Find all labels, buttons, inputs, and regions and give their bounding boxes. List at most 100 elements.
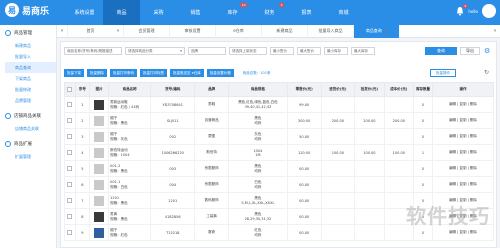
row-checkbox-cell[interactable] <box>64 224 76 241</box>
sidebar-item-extension-mgmt[interactable]: 扩展管理 <box>5 151 56 162</box>
min-price-input[interactable]: 最小售价 <box>270 47 294 55</box>
row-checkbox[interactable] <box>67 149 73 155</box>
sidebar-item-batch-import[interactable]: 批量导入 <box>5 51 56 62</box>
row-code[interactable]: 003 <box>150 160 196 177</box>
product-thumbnail[interactable] <box>94 131 105 142</box>
nav-item-reports[interactable]: 报表 <box>288 0 325 25</box>
product-thumbnail[interactable] <box>94 163 105 174</box>
row-checkbox[interactable] <box>67 101 73 107</box>
batch-delist-button[interactable]: 批量下架 <box>64 69 84 77</box>
row-checkbox[interactable] <box>67 165 73 171</box>
nav-item-purchase[interactable]: 采购 <box>140 0 177 25</box>
row-code[interactable]: YD3708641 <box>150 96 196 113</box>
row-checkbox-cell[interactable] <box>64 128 76 145</box>
row-checkbox-cell[interactable] <box>64 208 76 225</box>
row-ops[interactable]: 编辑 | 复制 | 删除 <box>431 176 495 193</box>
row-code[interactable]: SLJ011 <box>150 112 196 129</box>
row-checkbox-cell[interactable] <box>64 96 76 113</box>
row-code[interactable]: 1201 <box>150 192 196 209</box>
tab-audit[interactable]: 审核设置 <box>169 24 215 38</box>
sidebar-item-product-query[interactable]: 商品查询 <box>5 62 56 73</box>
sidebar-group-title[interactable]: 商品扩展 <box>5 141 56 147</box>
nav-item-mall[interactable]: 商城 <box>325 0 362 25</box>
tab-product-query[interactable]: 商品查询 × <box>353 24 399 38</box>
max-price-input[interactable]: 最大售价 <box>297 47 321 55</box>
nav-item-products[interactable]: 商品 <box>103 0 140 25</box>
user-greeting[interactable]: hello <box>468 9 478 14</box>
row-checkbox-cell[interactable] <box>64 112 76 129</box>
tab-scroll-right-icon[interactable]: » <box>113 25 123 38</box>
row-checkbox[interactable] <box>67 197 73 203</box>
row-checkbox-cell[interactable] <box>64 176 76 193</box>
table-row[interactable]: 3 帽子 规格：灰色 002 蒙图 灰色 均码 50.00 0 编辑 | 复制 | 删除 <box>64 128 495 145</box>
export-button[interactable]: 导出 <box>460 47 480 55</box>
brand-select[interactable]: 品牌 <box>188 47 226 55</box>
table-row[interactable]: 6 001-1 规格：白色 004 有限服饰 白色 均码 00.00 0 编辑 | 复制 | … <box>64 176 495 193</box>
search-button[interactable]: 查询 <box>425 47 457 55</box>
table-row[interactable]: 5 001-2 规格：黑色 003 有限服饰 黑色 均码 00.00 0 编辑 | 复制 | … <box>64 160 495 177</box>
row-code[interactable]: 1006266220 <box>150 144 196 161</box>
tab-batch-import[interactable]: 批量导入商品 <box>307 24 353 38</box>
batch-print-label-button[interactable]: 批量打印标签 <box>140 69 167 77</box>
table-row[interactable]: 2 帽子 规格：黑色 SLJ011 自营精品 黑色 均码 300.00 200.00 200.… <box>64 112 495 129</box>
table-row[interactable]: 4 斯伯特运动 规格：1004 1006266220 斯伯特 1004 1M 120.00… <box>64 144 495 161</box>
product-thumbnail[interactable] <box>94 211 105 222</box>
tab-new-product[interactable]: 新建商品 <box>261 24 307 38</box>
row-ops[interactable]: 编辑 | 复制 | 删除 <box>431 112 495 129</box>
product-thumbnail[interactable] <box>94 99 105 110</box>
sidebar-item-brand-mgmt[interactable]: 品牌管理 <box>5 95 56 106</box>
bell-icon[interactable]: 9 <box>456 4 468 16</box>
keyword-input[interactable]: 商品名称/货号/条码/规格描述 <box>64 47 122 55</box>
product-thumbnail[interactable] <box>94 147 105 158</box>
row-ops[interactable]: 编辑 | 复制 | 删除 <box>431 144 495 161</box>
sidebar-item-store-link[interactable]: 店铺商品关联 <box>5 123 56 134</box>
product-thumbnail[interactable] <box>94 115 105 126</box>
tab-ewarehouse[interactable]: e仓库 <box>215 24 261 38</box>
row-checkbox[interactable] <box>67 213 73 219</box>
row-code[interactable]: T15218 <box>150 224 196 241</box>
row-ops[interactable]: 编辑 | 复制 | 删除 <box>431 160 495 177</box>
checkbox[interactable] <box>67 86 73 92</box>
nav-item-inventory[interactable]: 库存 10 <box>214 0 251 25</box>
nav-item-system[interactable]: 系统设置 <box>66 0 103 25</box>
row-code[interactable]: 002 <box>150 128 196 145</box>
tab-home[interactable]: 首页 <box>67 24 113 38</box>
gear-icon[interactable]: ⚙ <box>484 47 492 55</box>
min-stock-input[interactable]: 最小库存 <box>324 47 348 55</box>
row-checkbox-cell[interactable] <box>64 192 76 209</box>
batch-operation-button[interactable]: 批量操作 <box>430 69 456 77</box>
sidebar-group-title[interactable]: 店铺商品关联 <box>5 113 56 119</box>
refresh-icon[interactable]: ↻ <box>484 69 492 77</box>
batch-price-button[interactable]: 批量设置价格 <box>206 69 234 77</box>
product-thumbnail[interactable] <box>94 195 105 206</box>
header-checkbox[interactable] <box>64 82 76 97</box>
row-code[interactable]: 4182856 <box>150 208 196 225</box>
tab-scroll-left-icon[interactable]: « <box>57 25 67 38</box>
tab-more-icon[interactable]: » <box>490 25 500 38</box>
row-code[interactable]: 004 <box>150 176 196 193</box>
sidebar-item-delisted[interactable]: 下架商品 <box>5 73 56 84</box>
status-select[interactable]: 请选择上架状态 <box>229 47 267 55</box>
row-checkbox[interactable] <box>67 181 73 187</box>
product-thumbnail[interactable] <box>94 179 105 190</box>
batch-delete-button[interactable]: 批量删除 <box>87 69 107 77</box>
row-checkbox-cell[interactable] <box>64 160 76 177</box>
close-icon[interactable]: × <box>384 29 387 34</box>
product-thumbnail[interactable] <box>94 227 105 238</box>
avatar[interactable] <box>482 4 496 18</box>
table-row[interactable]: 1 男款运动鞋 规格：红色 / 41码 YD3708641 男鞋 黑色,红色,绿色,蓝色… <box>64 96 495 113</box>
row-checkbox[interactable] <box>67 117 73 123</box>
category-select[interactable]: 请选择商品分类 ▾ <box>125 47 185 55</box>
batch-push-button[interactable]: 批量推送至 e仓库 <box>170 69 204 77</box>
row-checkbox[interactable] <box>67 133 73 139</box>
tab-member[interactable]: 会员管理 <box>123 24 169 38</box>
nav-item-sales[interactable]: 销售 <box>177 0 214 25</box>
row-ops[interactable]: 编辑 | 复制 | 删除 <box>431 128 495 145</box>
sidebar-item-batch-edit[interactable]: 批量修改 <box>5 84 56 95</box>
row-ops[interactable]: 编辑 | 复制 | 删除 <box>431 96 495 113</box>
nav-item-finance[interactable]: 财务 5 <box>251 0 288 25</box>
sidebar-group-title[interactable]: 商品管理 <box>5 30 56 36</box>
row-checkbox-cell[interactable] <box>64 144 76 161</box>
sidebar-item-new-product[interactable]: 新建商品 <box>5 40 56 51</box>
batch-print-barcode-button[interactable]: 批量打印条码 <box>110 69 137 77</box>
